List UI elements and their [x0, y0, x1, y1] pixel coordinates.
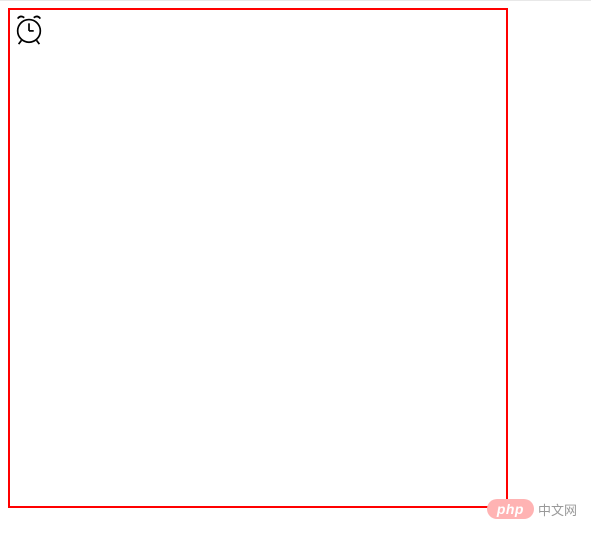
content-box — [8, 8, 508, 508]
watermark: php 中文网 — [487, 499, 577, 519]
alarm-clock-icon — [12, 12, 46, 46]
php-badge: php — [487, 499, 534, 519]
watermark-label: 中文网 — [538, 500, 577, 519]
top-divider — [0, 0, 591, 1]
